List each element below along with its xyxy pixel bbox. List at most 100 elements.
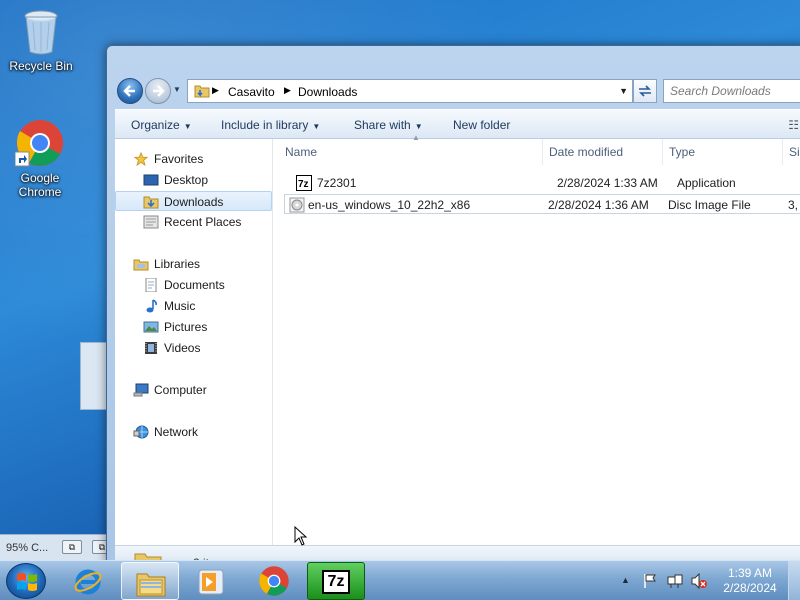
- recent-pages-dropdown[interactable]: ▼: [173, 85, 181, 94]
- file-explorer-icon: [136, 573, 166, 597]
- breadcrumb-separator-icon[interactable]: ▶: [212, 85, 219, 96]
- taskbar-internet-explorer[interactable]: [60, 562, 118, 600]
- desktop-icon-google-chrome[interactable]: Google Chrome: [1, 118, 79, 199]
- svg-text:7z: 7z: [298, 179, 309, 190]
- clock-date: 2/28/2024: [723, 581, 777, 595]
- chrome-icon: [259, 566, 289, 596]
- address-history-dropdown-icon[interactable]: ▼: [619, 86, 628, 96]
- nav-label: Downloads: [164, 195, 224, 209]
- star-icon: [133, 152, 149, 166]
- folder-icon: [194, 85, 210, 98]
- include-in-library-button[interactable]: Include in library ▼: [221, 118, 320, 132]
- refresh-button[interactable]: [633, 79, 657, 103]
- computer-icon: [133, 383, 149, 397]
- chevron-down-icon: ▼: [414, 122, 423, 131]
- breadcrumb-downloads[interactable]: Downloads: [298, 85, 357, 99]
- windows-logo-icon: [17, 573, 37, 591]
- file-name: en-us_windows_10_22h2_x86: [308, 198, 471, 212]
- recent-places-icon: [143, 215, 159, 229]
- taskbar-7zip[interactable]: 7z: [307, 562, 365, 600]
- show-desktop-button[interactable]: [788, 561, 800, 600]
- nav-label: Network: [154, 425, 199, 439]
- taskbar-google-chrome[interactable]: [245, 562, 303, 600]
- desktop-icon: [143, 174, 159, 186]
- file-size: 3,: [788, 198, 799, 212]
- show-hidden-icons-button[interactable]: ▲: [621, 575, 630, 585]
- navigation-bar: ▼ ▶ Casavito ▶ Downloads ▼: [115, 76, 800, 106]
- nav-network[interactable]: Network: [115, 422, 272, 442]
- nav-label: Music: [164, 299, 196, 313]
- 7zip-icon-label: 7z: [327, 573, 345, 590]
- network-status-icon[interactable]: [667, 573, 683, 589]
- desktop-icon-recycle-bin[interactable]: Recycle Bin: [2, 8, 80, 73]
- search-input[interactable]: [670, 81, 800, 101]
- desktop-icon-label-line2: Chrome: [18, 185, 62, 199]
- chrome-icon: [15, 120, 63, 167]
- file-date: 2/28/2024 1:33 AM: [557, 176, 658, 190]
- nav-downloads[interactable]: Downloads: [115, 191, 272, 211]
- clock-time: 1:39 AM: [727, 566, 773, 580]
- search-box[interactable]: [663, 79, 800, 103]
- new-folder-button[interactable]: New folder: [453, 118, 510, 132]
- nav-computer[interactable]: Computer: [115, 380, 272, 400]
- nav-label: Documents: [164, 278, 225, 292]
- nav-music[interactable]: Music: [115, 296, 272, 316]
- nav-desktop[interactable]: Desktop: [115, 170, 272, 190]
- nav-label: Desktop: [164, 173, 209, 187]
- start-button[interactable]: [6, 563, 46, 599]
- network-icon: [133, 425, 149, 439]
- file-type: Disc Image File: [668, 198, 751, 212]
- nav-pictures[interactable]: Pictures: [115, 317, 272, 337]
- action-center-flag-icon[interactable]: [642, 573, 658, 589]
- chevron-down-icon: ▼: [183, 122, 192, 131]
- nav-label: Favorites: [154, 152, 204, 166]
- column-header-date-modified[interactable]: Date modified: [543, 139, 663, 165]
- system-clock[interactable]: 1:39 AM 2/28/2024: [718, 566, 782, 596]
- taskbar-media-player[interactable]: [183, 562, 241, 600]
- column-header-name[interactable]: Name: [279, 139, 543, 165]
- column-header-type[interactable]: Type: [663, 139, 783, 165]
- desktop-icon-label: Recycle Bin: [9, 59, 73, 73]
- include-in-library-label: Include in library: [221, 118, 309, 132]
- taskbar-windows-explorer[interactable]: [121, 562, 179, 600]
- pictures-icon: [143, 321, 159, 333]
- view-options-icon[interactable]: ☷: [788, 118, 799, 132]
- volume-muted-icon[interactable]: [690, 573, 708, 589]
- nav-documents[interactable]: Documents: [115, 275, 272, 295]
- nav-recent-places[interactable]: Recent Places: [115, 212, 272, 232]
- share-with-button[interactable]: Share with ▼: [354, 118, 423, 132]
- nav-label: Recent Places: [164, 215, 242, 229]
- arrow-right-icon: [153, 85, 165, 97]
- file-name: 7z2301: [317, 176, 357, 190]
- forward-button[interactable]: [145, 78, 171, 104]
- mouse-cursor-icon: [294, 526, 308, 546]
- file-row[interactable]: 7z 7z2301 2/28/2024 1:33 AM Application: [284, 173, 800, 193]
- nav-favorites[interactable]: Favorites: [115, 149, 272, 169]
- taskbar: 7z ▲ 1:39 AM 2/28/2024: [0, 560, 800, 600]
- documents-icon: [145, 278, 157, 292]
- share-with-label: Share with: [354, 118, 411, 132]
- refresh-icon: [639, 85, 651, 97]
- 7zip-icon: 7z: [322, 570, 350, 594]
- restore-icon[interactable]: ⧉: [62, 540, 82, 554]
- file-type: Application: [677, 176, 736, 190]
- address-bar[interactable]: ▶ Casavito ▶ Downloads ▼: [187, 79, 633, 103]
- background-window-taskbar-preview[interactable]: 95% C... ⧉ ⧉: [0, 534, 120, 560]
- chevron-down-icon: ▼: [312, 122, 321, 131]
- back-button[interactable]: [117, 78, 143, 104]
- explorer-window: ▼ ▶ Casavito ▶ Downloads ▼ Organize▼ Inc…: [106, 45, 800, 570]
- music-icon: [146, 299, 157, 313]
- organize-button[interactable]: Organize ▼: [131, 118, 192, 132]
- organize-label: Organize: [131, 118, 180, 132]
- libraries-icon: [133, 259, 149, 271]
- recycle-bin-icon: [24, 10, 58, 55]
- downloads-folder-icon: [143, 196, 159, 209]
- command-bar: Organize ▼ Include in library ▼ Share with…: [115, 109, 800, 139]
- breadcrumb-casavito[interactable]: Casavito: [228, 85, 275, 99]
- file-row[interactable]: en-us_windows_10_22h2_x86 2/28/2024 1:36…: [284, 194, 800, 214]
- nav-videos[interactable]: Videos: [115, 338, 272, 358]
- breadcrumb-separator-icon[interactable]: ▶: [284, 85, 291, 96]
- column-header-size[interactable]: Si: [783, 139, 800, 165]
- nav-libraries[interactable]: Libraries: [115, 254, 272, 274]
- nav-label: Pictures: [164, 320, 208, 334]
